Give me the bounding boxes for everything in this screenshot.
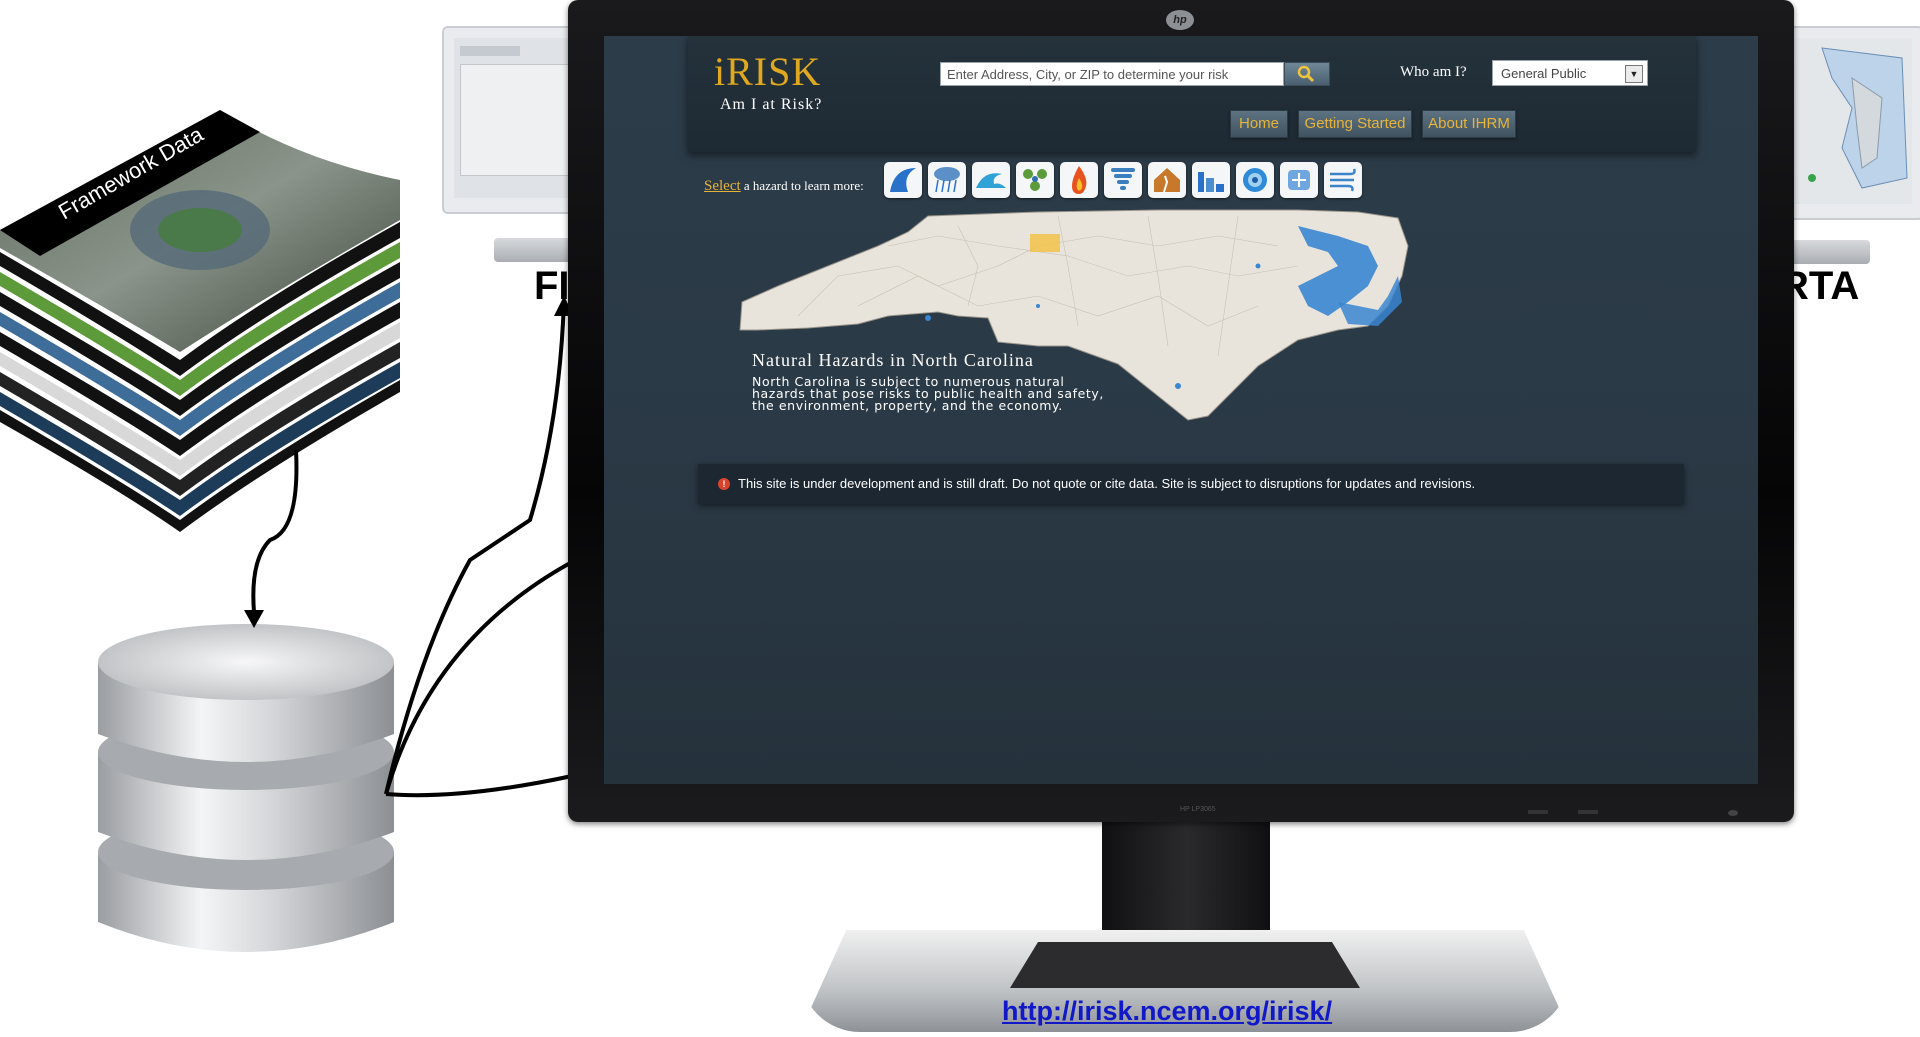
select-hazard-text: a hazard to learn more: [740,178,864,193]
search-button[interactable] [1284,62,1330,86]
select-hazard-link[interactable]: Select [704,178,741,194]
tornado-icon[interactable] [1104,162,1142,198]
development-notice-banner: ! This site is under development and is … [698,464,1684,504]
nav-about-ihrm-button[interactable]: About IHRM [1422,110,1516,138]
flood-icon[interactable] [928,162,966,198]
development-notice-text: This site is under development and is st… [738,476,1476,491]
nav-getting-started-button[interactable]: Getting Started [1298,110,1412,138]
hurricane-icon[interactable] [1236,162,1274,198]
hazard-select-prompt: Select a hazard to learn more: [704,178,864,195]
menu-button-icon[interactable] [1578,810,1598,814]
wildfire-icon[interactable] [1060,162,1098,198]
drought-icon[interactable] [1016,162,1054,198]
search-icon [1297,65,1315,83]
monitor-screen: iRISK Am I at Risk? Enter Address, City,… [604,36,1758,784]
dam-failure-icon[interactable] [1192,162,1230,198]
input-button-icon[interactable] [1528,810,1548,814]
who-am-i-label: Who am I? [1400,64,1467,80]
app-tagline: Am I at Risk? [720,96,823,113]
earthquake-icon[interactable] [1148,162,1186,198]
wind-icon[interactable] [1324,162,1362,198]
address-search-input[interactable]: Enter Address, City, or ZIP to determine… [940,62,1284,86]
nav-home-button[interactable]: Home [1230,110,1288,138]
warning-icon: ! [718,478,730,490]
monitor-model-label: HP LP3065 [1180,806,1216,813]
app-header: iRISK Am I at Risk? Enter Address, City,… [688,36,1696,152]
monitor-buttons [1528,810,1758,818]
role-select[interactable]: General Public ▼ [1492,60,1648,86]
section-body: North Carolina is subject to numerous na… [752,374,1104,413]
power-button-icon[interactable] [1728,810,1738,816]
main-monitor: hp HP LP3065 iRISK Am I at Risk? Enter A… [568,0,1794,822]
role-select-value: General Public [1501,66,1587,81]
coastal-surge-icon[interactable] [972,162,1010,198]
winter-storm-icon[interactable] [1280,162,1318,198]
tsunami-icon[interactable] [884,162,922,198]
hp-logo-icon: hp [1166,10,1194,30]
app-logo[interactable]: iRISK [714,48,821,95]
selected-county-highlight [1030,234,1060,252]
irisk-url-link[interactable]: http://irisk.ncem.org/irisk/ [1002,996,1332,1027]
chevron-down-icon[interactable]: ▼ [1625,65,1643,83]
section-title: Natural Hazards in North Carolina [752,350,1034,370]
monitor-base-inner [1010,942,1360,988]
